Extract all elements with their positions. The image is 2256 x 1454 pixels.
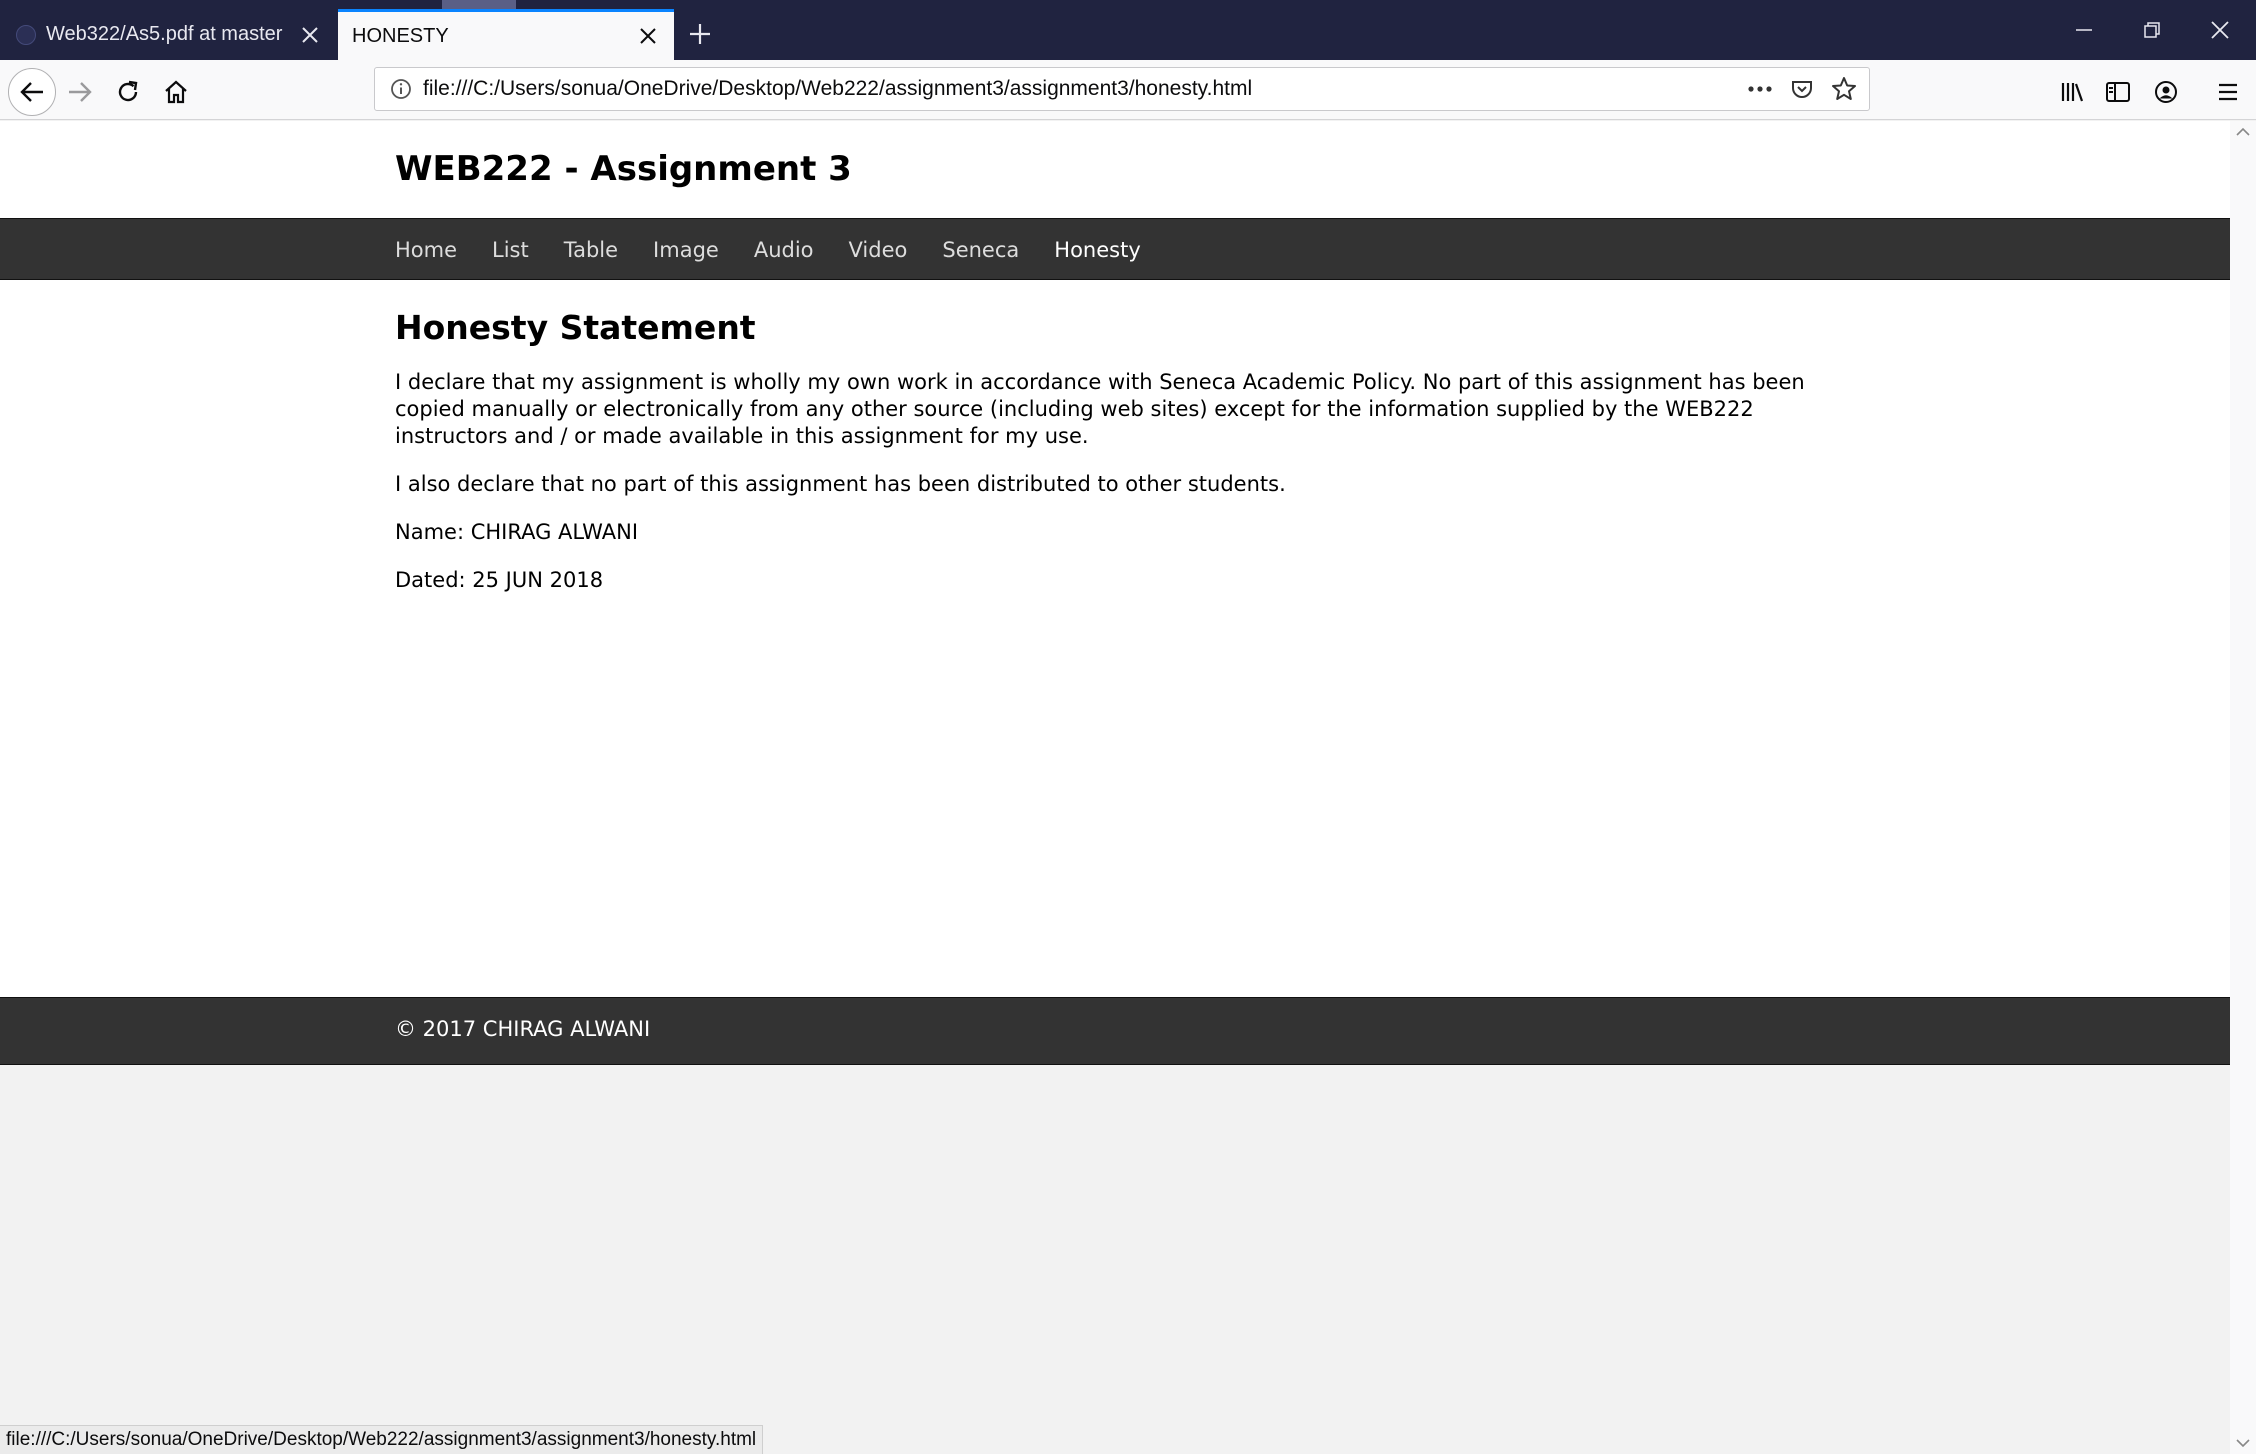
close-tab-icon[interactable]	[628, 16, 668, 56]
declaration-paragraph: I declare that my assignment is wholly m…	[395, 370, 1805, 448]
close-icon	[2211, 21, 2229, 39]
page-viewport: WEB222 - Assignment 3 Home List Table Im…	[0, 121, 2230, 1454]
title-bar: Web322/As5.pdf at master · cn HONESTY	[0, 0, 2256, 60]
account-button[interactable]	[2144, 70, 2188, 114]
account-icon	[2155, 81, 2177, 103]
pocket-icon[interactable]	[1781, 68, 1823, 110]
back-arrow-icon	[20, 82, 43, 102]
student-name: Name: CHIRAG ALWANI	[395, 520, 639, 544]
nav-toolbar: file:///C:/Users/sonua/OneDrive/Desktop/…	[0, 60, 2256, 120]
sidebar-icon	[2106, 82, 2130, 102]
copyright-text: © 2017 CHIRAG ALWANI	[395, 1017, 651, 1041]
distribution-paragraph: I also declare that no part of this assi…	[395, 472, 1286, 496]
nav-link-home[interactable]: Home	[395, 238, 457, 262]
home-button[interactable]	[154, 70, 198, 114]
tab-label: HONESTY	[352, 24, 449, 47]
back-button[interactable]	[8, 68, 56, 116]
reload-button[interactable]	[106, 70, 150, 114]
site-footer: © 2017 CHIRAG ALWANI	[0, 997, 2230, 1065]
site-nav: Home List Table Image Audio Video Seneca…	[0, 218, 2230, 280]
close-window-button[interactable]	[2186, 0, 2254, 60]
hamburger-menu-icon	[2219, 83, 2237, 101]
restore-icon	[2144, 22, 2160, 38]
minimize-button[interactable]	[2050, 0, 2118, 60]
tab-label: Web322/As5.pdf at master · cn	[46, 23, 290, 45]
nav-link-video[interactable]: Video	[849, 238, 908, 262]
menu-button[interactable]	[2206, 70, 2250, 114]
library-button[interactable]	[2050, 70, 2094, 114]
nav-link-list[interactable]: List	[492, 238, 529, 262]
nav-link-honesty[interactable]: Honesty	[1054, 238, 1140, 262]
new-tab-button[interactable]	[680, 14, 720, 54]
status-bar: file:///C:/Users/sonua/OneDrive/Desktop/…	[0, 1425, 764, 1454]
title-bar-accent	[442, 0, 516, 9]
tab-honesty[interactable]: HONESTY	[338, 9, 674, 60]
url-text[interactable]: file:///C:/Users/sonua/OneDrive/Desktop/…	[423, 77, 1739, 101]
page-heading: Honesty Statement	[395, 308, 756, 347]
plus-icon	[690, 24, 710, 44]
site-header: WEB222 - Assignment 3	[0, 121, 2230, 218]
main-content: Honesty Statement I declare that my assi…	[0, 280, 2230, 1000]
bookmark-star-icon[interactable]	[1823, 68, 1865, 110]
site-info-icon[interactable]	[379, 78, 423, 100]
scroll-up-icon[interactable]	[2236, 127, 2250, 137]
vertical-scrollbar[interactable]	[2230, 121, 2256, 1454]
site-title: WEB222 - Assignment 3	[395, 149, 852, 189]
forward-button[interactable]	[58, 70, 102, 114]
nav-link-audio[interactable]: Audio	[754, 238, 814, 262]
library-icon	[2061, 83, 2084, 102]
address-bar[interactable]: file:///C:/Users/sonua/OneDrive/Desktop/…	[374, 67, 1870, 111]
scroll-down-icon[interactable]	[2236, 1438, 2250, 1448]
page-actions-icon[interactable]	[1739, 68, 1781, 110]
github-favicon-icon	[16, 24, 36, 45]
tab-web322-pdf[interactable]: Web322/As5.pdf at master · cn	[0, 9, 336, 60]
date-line: Dated: 25 JUN 2018	[395, 568, 604, 592]
reload-icon	[118, 80, 138, 102]
forward-arrow-icon	[69, 82, 92, 102]
nav-link-image[interactable]: Image	[653, 238, 719, 262]
nav-link-table[interactable]: Table	[564, 238, 618, 262]
restore-button[interactable]	[2118, 0, 2186, 60]
home-icon	[165, 80, 187, 104]
nav-link-seneca[interactable]: Seneca	[942, 238, 1019, 262]
minimize-icon	[2076, 29, 2092, 31]
sidebar-button[interactable]	[2096, 70, 2140, 114]
close-tab-icon[interactable]	[290, 15, 330, 55]
